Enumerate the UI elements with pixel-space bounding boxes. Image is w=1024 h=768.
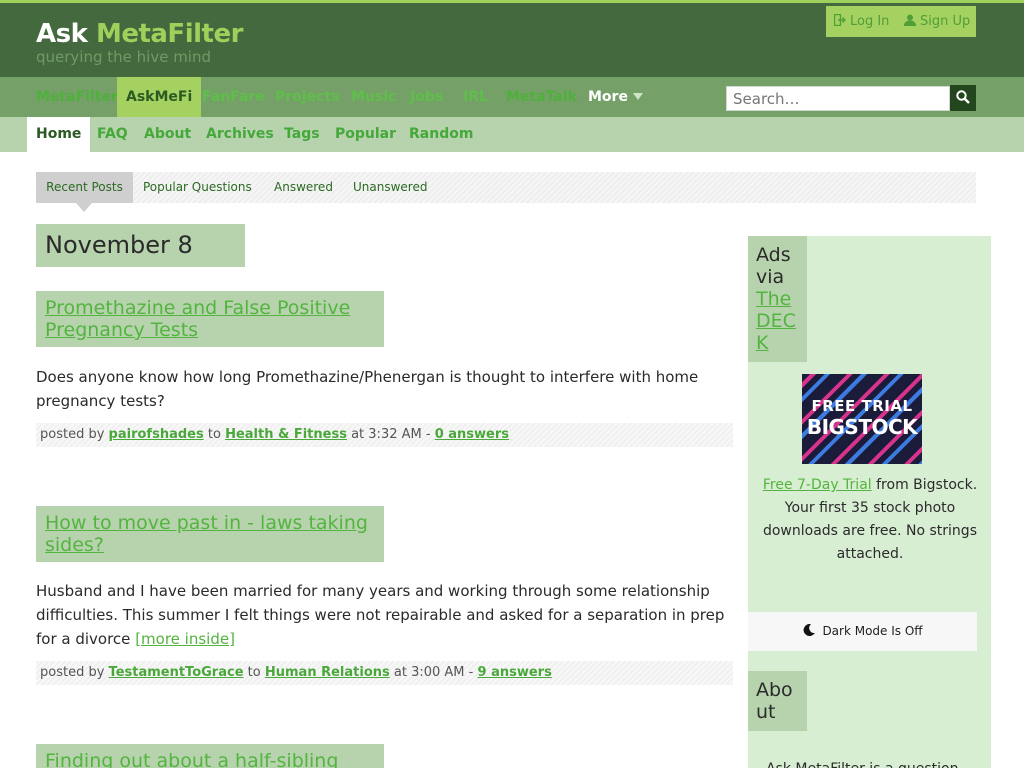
- subnav-home[interactable]: Home: [27, 117, 91, 152]
- question-title[interactable]: Promethazine and False Positive Pregnanc…: [36, 291, 384, 347]
- site-logo[interactable]: Ask MetaFilter: [36, 19, 243, 49]
- signup-label: Sign Up: [920, 14, 971, 29]
- nav-irl[interactable]: IRL: [463, 77, 488, 117]
- nav-fanfare[interactable]: FanFare: [202, 77, 265, 117]
- subnav-about[interactable]: About: [144, 117, 191, 152]
- question-text: Does anyone know how long Promethazine/P…: [36, 368, 699, 410]
- subnav-tags[interactable]: Tags: [284, 117, 320, 152]
- question-title[interactable]: How to move past in - laws taking sides?: [36, 506, 384, 562]
- subnav-faq[interactable]: FAQ: [97, 117, 128, 152]
- category-link[interactable]: Health & Fitness: [225, 427, 347, 442]
- more-inside-link[interactable]: [more inside]: [135, 630, 235, 648]
- login-label: Log In: [850, 14, 890, 29]
- tab-recent-posts[interactable]: Recent Posts: [36, 172, 133, 203]
- site-tagline: querying the hive mind: [36, 48, 212, 66]
- question-body: Does anyone know how long Promethazine/P…: [36, 365, 734, 413]
- question-body: Husband and I have been married for many…: [36, 579, 734, 651]
- nav-metafilter[interactable]: MetaFilter: [36, 77, 118, 117]
- ads-heading: Ads via The DECK: [748, 236, 807, 362]
- nav-askmefi[interactable]: AskMeFi: [117, 77, 202, 117]
- answers-link[interactable]: 9 answers: [478, 665, 552, 680]
- auth-box: Log In Sign Up: [826, 6, 976, 37]
- tab-answered[interactable]: Answered: [274, 172, 333, 203]
- caret-down-icon: [632, 93, 643, 100]
- nav-more-label: More: [588, 89, 628, 105]
- answers-link[interactable]: 0 answers: [435, 427, 509, 442]
- login-arrow-icon: [834, 14, 846, 26]
- about-heading: About: [748, 671, 807, 731]
- posted-by-label: posted by: [40, 427, 105, 442]
- site-header: Ask MetaFilter querying the hive mind Lo…: [0, 0, 1024, 77]
- post-time: at 3:32 AM -: [351, 427, 431, 442]
- question-meta: posted by pairofshades to Health & Fitne…: [36, 423, 733, 447]
- about-text: Ask MetaFilter is a question: [766, 758, 976, 768]
- subnav-random[interactable]: Random: [409, 117, 473, 152]
- tab-popular-questions[interactable]: Popular Questions: [143, 172, 252, 203]
- active-tab-caret: [76, 203, 92, 212]
- to-label: to: [207, 427, 221, 442]
- ad-image[interactable]: FREE TRIAL BIGSTOCK: [802, 374, 922, 464]
- nav-more[interactable]: More: [588, 77, 643, 117]
- dark-mode-toggle[interactable]: Dark Mode Is Off: [748, 612, 977, 651]
- nav-projects[interactable]: Projects: [275, 77, 339, 117]
- nav-music[interactable]: Music: [351, 77, 396, 117]
- ad-image-line2: BIGSTOCK: [806, 415, 918, 439]
- dark-mode-label: Dark Mode Is Off: [822, 624, 923, 638]
- subnav-popular[interactable]: Popular: [335, 117, 396, 152]
- ad-text: Free 7-Day Trial from Bigstock. Your fir…: [760, 474, 980, 566]
- search-icon: [956, 89, 970, 104]
- login-link[interactable]: Log In: [834, 14, 889, 29]
- question-meta: posted by TestamentToGrace to Human Rela…: [36, 661, 733, 685]
- posted-by-label: posted by: [40, 665, 105, 680]
- search-input[interactable]: [726, 86, 950, 111]
- nav-metatalk[interactable]: MetaTalk: [506, 77, 577, 117]
- post-filter-tabs: Recent Posts Popular Questions Answered …: [36, 172, 976, 212]
- search-button[interactable]: [950, 85, 976, 111]
- question-title[interactable]: Finding out about a half-sibling: [36, 744, 384, 768]
- nav-jobs[interactable]: Jobs: [410, 77, 443, 117]
- brand-accent: MetaFilter: [95, 19, 243, 49]
- section-nav: Home FAQ About Archives Tags Popular Ran…: [0, 117, 1024, 152]
- moon-icon: [804, 624, 816, 637]
- sidebar: Ads via The DECK FREE TRIAL BIGSTOCK Fre…: [748, 236, 991, 768]
- category-link[interactable]: Human Relations: [265, 665, 390, 680]
- ad-link[interactable]: Free 7-Day Trial: [763, 477, 872, 493]
- post-time: at 3:00 AM -: [393, 665, 474, 680]
- ads-heading-plain: Ads via: [756, 244, 791, 288]
- ad-image-line1: FREE TRIAL: [811, 397, 913, 415]
- user-icon: [904, 14, 916, 26]
- tab-unanswered[interactable]: Unanswered: [353, 172, 427, 203]
- subnav-archives[interactable]: Archives: [206, 117, 274, 152]
- the-deck-link[interactable]: The DECK: [756, 288, 796, 354]
- user-link[interactable]: TestamentToGrace: [109, 665, 244, 680]
- user-link[interactable]: pairofshades: [109, 427, 204, 442]
- brand-plain: Ask: [36, 19, 88, 49]
- to-label: to: [247, 665, 261, 680]
- signup-link[interactable]: Sign Up: [904, 14, 970, 29]
- date-heading: November 8: [36, 224, 245, 267]
